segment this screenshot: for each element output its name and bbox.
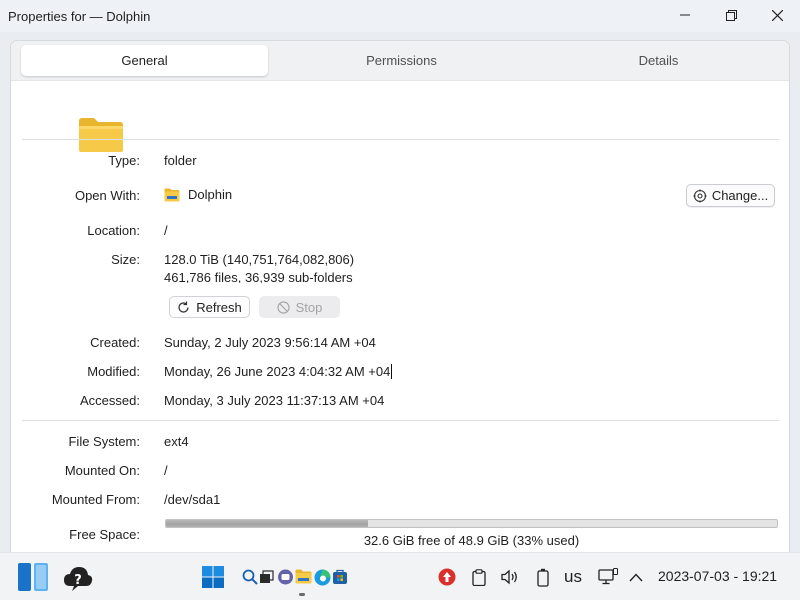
disk-usage-bar [165,519,778,528]
maximize-button[interactable] [708,0,754,30]
size-label: Size: [111,252,140,267]
widgets-icon [18,563,48,591]
tray-expand-button[interactable] [628,569,644,585]
search-button[interactable] [241,568,259,586]
chevron-up-icon [629,572,643,581]
modified-value: Monday, 26 June 2023 4:04:32 AM +04 [164,364,393,379]
svg-text:?: ? [74,573,82,588]
edge-button[interactable] [313,568,331,586]
taskbar-clock[interactable]: 2023-07-03 - 19:21 [658,568,777,584]
start-button[interactable] [201,565,225,589]
open-with-app-name: Dolphin [188,187,233,202]
update-icon [438,568,456,586]
display-button[interactable] [597,566,619,588]
display-icon [598,568,618,585]
disk-usage-fill [166,520,368,527]
volume-button[interactable] [500,567,520,587]
clipboard-button[interactable] [470,567,488,587]
title-bar: Properties for — Dolphin [0,0,800,32]
free-space-label: Free Space: [69,527,140,542]
dolphin-app-icon [164,188,180,201]
separator [22,420,779,421]
refresh-icon [178,301,189,313]
mounted-on-value: / [164,463,168,478]
separator [22,139,779,140]
tab-permissions[interactable]: Permissions [278,45,525,76]
store-button[interactable] [331,568,349,586]
size-counts: 461,786 files, 36,939 sub-folders [164,270,353,283]
chat-button[interactable] [276,568,294,586]
update-button[interactable] [437,567,457,587]
start-icon [202,566,224,588]
accessed-value: Monday, 3 July 2023 11:37:13 AM +04 [164,393,385,408]
volume-icon [501,569,517,585]
tab-bar: General Permissions Details [11,41,789,81]
widgets-button[interactable] [16,561,50,593]
window-controls [662,0,800,30]
file-system-label: File System: [68,434,140,449]
folder-icon [79,118,123,152]
stop-button[interactable]: Stop [259,296,340,318]
change-button-label: Change... [711,188,769,203]
help-icon: ? [64,567,93,591]
type-value: folder [164,153,197,168]
change-button[interactable]: Change... [686,184,775,207]
file-manager-icon [295,569,311,583]
search-icon [242,569,258,585]
free-space-value: 32.6 GiB free of 48.9 GiB (33% used) [363,533,580,548]
chat-icon [277,569,293,585]
type-label: Type: [108,153,140,168]
modified-value-text: Monday, 26 June 2023 4:04:32 AM +04 [164,364,391,379]
file-system-value: ext4 [164,434,189,449]
open-with-label: Open With: [74,188,140,203]
battery-button[interactable] [535,566,551,588]
created-label: Created: [90,335,140,350]
refresh-button-label: Refresh [196,299,242,315]
store-icon [333,569,347,584]
close-icon [771,9,783,21]
location-value: / [164,223,168,238]
stop-icon [277,300,290,314]
gear-icon [693,189,707,202]
restore-icon [725,9,737,21]
window-title: Properties for — Dolphin [8,8,151,24]
mounted-on-label: Mounted On: [64,463,140,478]
active-app-indicator [299,593,305,596]
size-bytes: 128.0 TiB (140,751,764,082,806) [164,252,355,267]
size-value: 128.0 TiB (140,751,764,082,806) 461,786 … [164,251,424,283]
created-value: Sunday, 2 July 2023 9:56:14 AM +04 [164,335,376,350]
taskbar: ? us 2023-07-03 - 19:21 [0,552,800,600]
help-button[interactable]: ? [61,563,95,593]
edge-icon [314,569,330,585]
open-with-app: Dolphin [164,187,232,202]
minimize-button[interactable] [662,0,708,30]
modified-label: Modified: [87,364,140,379]
tab-details[interactable]: Details [535,45,782,76]
clipboard-icon [472,568,486,586]
mounted-from-label: Mounted From: [51,492,140,507]
mounted-from-value: /dev/sda1 [164,492,221,507]
accessed-label: Accessed: [80,393,140,408]
location-label: Location: [87,223,140,238]
stop-button-label: Stop [295,299,323,315]
battery-icon [537,568,549,587]
task-view-button[interactable] [258,569,274,585]
task-view-icon [259,570,274,583]
refresh-button[interactable]: Refresh [169,296,250,318]
input-language-indicator[interactable]: us [564,567,582,587]
file-manager-button[interactable] [294,567,312,585]
tab-general[interactable]: General [21,45,268,76]
close-button[interactable] [754,0,800,30]
minimize-icon [680,14,690,16]
properties-dialog: General Permissions Details Type: folder… [10,40,790,552]
text-cursor [391,364,393,379]
